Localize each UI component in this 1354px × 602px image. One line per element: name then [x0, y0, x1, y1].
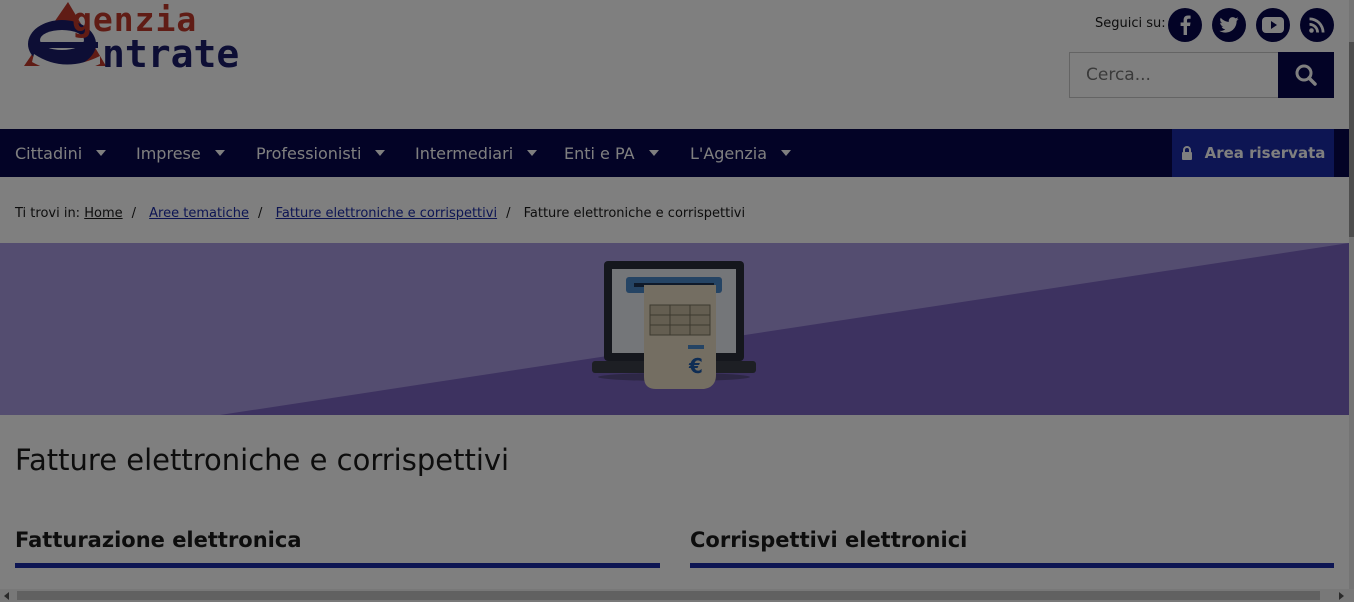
breadcrumb-link-fatture[interactable]: Fatture elettroniche e corrispettivi — [276, 206, 498, 221]
vertical-scrollbar[interactable] — [1349, 0, 1354, 602]
breadcrumb-link-aree-tematiche[interactable]: Aree tematiche — [149, 206, 249, 221]
search-input[interactable] — [1069, 52, 1279, 98]
nav-item-agenzia[interactable]: L'Agenzia — [690, 129, 792, 177]
horizontal-scrollbar-thumb[interactable] — [17, 591, 1320, 600]
caret-down-icon — [781, 150, 792, 156]
nav-item-label: L'Agenzia — [690, 143, 768, 163]
breadcrumb-separator: / — [131, 206, 136, 221]
breadcrumb-separator: / — [506, 206, 511, 221]
horizontal-scrollbar[interactable] — [0, 589, 1354, 602]
caret-down-icon — [527, 150, 538, 156]
hero-banner: € — [0, 243, 1349, 415]
caret-down-icon — [214, 150, 225, 156]
page: genzia ntrate Seguici su: Cittadini Impr… — [0, 0, 1354, 602]
nav-item-professionisti[interactable]: Professionisti — [256, 129, 386, 177]
breadcrumb: Ti trovi in: Home / Aree tematiche / Fattu… — [15, 206, 745, 221]
scroll-left-arrow-icon[interactable] — [4, 592, 9, 600]
vertical-scrollbar-thumb[interactable] — [1349, 42, 1354, 237]
nav-item-cittadini[interactable]: Cittadini — [15, 129, 107, 177]
facebook-icon[interactable] — [1168, 8, 1202, 42]
nav-item-label: Imprese — [136, 143, 201, 163]
section-heading-fatturazione: Fatturazione elettronica — [15, 528, 302, 552]
caret-down-icon — [96, 150, 107, 156]
nav-item-label: Professionisti — [256, 143, 362, 163]
main-nav: Cittadini Imprese Professionisti Interme… — [0, 129, 1349, 177]
search-icon — [1295, 64, 1317, 86]
area-riservata-label: Area riservata — [1204, 144, 1326, 162]
search-button[interactable] — [1278, 52, 1334, 98]
breadcrumb-prefix: Ti trovi in: — [15, 206, 81, 221]
youtube-icon[interactable] — [1256, 8, 1290, 42]
twitter-icon[interactable] — [1212, 8, 1246, 42]
nav-item-label: Intermediari — [415, 143, 514, 163]
euro-sign: € — [688, 354, 703, 378]
caret-down-icon — [375, 150, 386, 156]
rss-icon[interactable] — [1300, 8, 1334, 42]
agenzia-entrate-logo[interactable]: genzia ntrate — [14, 0, 274, 84]
breadcrumb-separator: / — [258, 206, 263, 221]
caret-down-icon — [648, 150, 659, 156]
breadcrumb-current: Fatture elettroniche e corrispettivi — [523, 206, 746, 221]
page-title: Fatture elettroniche e corrispettivi — [15, 443, 510, 477]
section-divider — [15, 563, 660, 568]
area-riservata-button[interactable]: Area riservata — [1172, 129, 1334, 177]
breadcrumb-link-home[interactable]: Home — [84, 206, 122, 221]
nav-item-enti-pa[interactable]: Enti e PA — [564, 129, 659, 177]
nav-item-imprese[interactable]: Imprese — [136, 129, 225, 177]
nav-item-label: Cittadini — [15, 143, 83, 163]
laptop-receipt-icon: € — [592, 261, 756, 389]
nav-item-label: Enti e PA — [564, 143, 635, 163]
nav-item-intermediari[interactable]: Intermediari — [415, 129, 538, 177]
logo-text-bottom: ntrate — [102, 32, 240, 76]
scroll-right-arrow-icon[interactable] — [1339, 592, 1344, 600]
lock-icon — [1181, 146, 1192, 160]
social-label: Seguici su: — [1095, 16, 1166, 31]
section-heading-corrispettivi: Corrispettivi elettronici — [690, 528, 968, 552]
section-divider — [690, 563, 1334, 568]
